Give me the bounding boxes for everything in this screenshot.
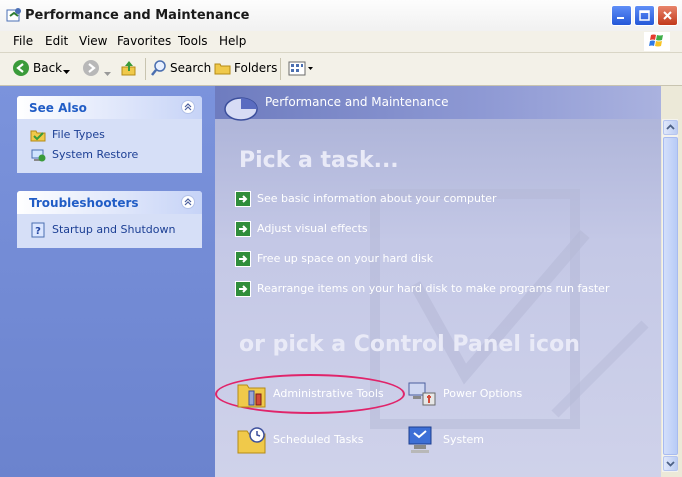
close-button[interactable] <box>657 5 678 26</box>
title-bar[interactable]: Performance and Maintenance <box>0 0 682 32</box>
task-label: Adjust visual effects <box>257 222 368 235</box>
folders-button[interactable]: Folders <box>234 61 277 75</box>
link-label: System Restore <box>52 148 139 161</box>
file-types-link[interactable]: File Types <box>17 125 202 145</box>
minimize-button[interactable] <box>611 5 632 26</box>
see-also-panel: See Also File Types System Restore <box>17 96 202 173</box>
up-folder-icon[interactable] <box>120 59 138 80</box>
see-also-header[interactable]: See Also <box>17 96 202 119</box>
back-arrow-icon[interactable] <box>12 59 30 80</box>
menu-edit[interactable]: Edit <box>45 34 68 48</box>
file-types-icon <box>30 127 46 143</box>
system-icon <box>405 423 439 460</box>
scheduled-tasks-icon <box>235 423 269 460</box>
folders-icon[interactable] <box>214 59 232 80</box>
menu-tools[interactable]: Tools <box>178 34 208 48</box>
troubleshooters-panel: Troubleshooters ? Startup and Shutdown <box>17 191 202 248</box>
window-title: Performance and Maintenance <box>25 8 250 23</box>
task-label: See basic information about your compute… <box>257 192 497 205</box>
window-frame <box>678 86 682 477</box>
svg-text:?: ? <box>35 226 41 237</box>
green-arrow-icon <box>235 191 251 207</box>
back-button[interactable]: Back <box>33 61 62 75</box>
control-panel-icon <box>6 7 22 23</box>
link-label: File Types <box>52 128 105 141</box>
green-arrow-icon <box>235 251 251 267</box>
maximize-button[interactable] <box>634 5 655 26</box>
menu-help[interactable]: Help <box>219 34 246 48</box>
collapse-chevron-icon[interactable] <box>181 100 195 114</box>
menu-favorites[interactable]: Favorites <box>117 34 171 48</box>
green-arrow-icon <box>235 221 251 237</box>
watermark-graphic-icon <box>370 189 649 429</box>
vertical-scrollbar[interactable] <box>661 119 679 472</box>
troubleshooters-header[interactable]: Troubleshooters <box>17 191 202 214</box>
views-icon[interactable] <box>288 61 314 80</box>
toolbar: Back Search Folders <box>0 53 682 86</box>
startup-shutdown-link[interactable]: ? Startup and Shutdown <box>17 220 202 240</box>
cp-item-label: Scheduled Tasks <box>273 433 364 446</box>
administrative-tools-icon <box>235 377 269 414</box>
pick-icon-heading: or pick a Control Panel icon <box>239 332 580 357</box>
forward-dropdown-icon[interactable] <box>104 66 111 80</box>
menu-view[interactable]: View <box>79 34 107 48</box>
help-icon: ? <box>30 222 46 238</box>
scroll-up-button[interactable] <box>663 120 678 135</box>
forward-arrow-icon[interactable] <box>82 59 100 80</box>
cp-item-label: System <box>443 433 485 446</box>
category-header: Performance and Maintenance <box>215 86 661 121</box>
link-label: Startup and Shutdown <box>52 223 176 236</box>
system-restore-link[interactable]: System Restore <box>17 145 202 165</box>
task-label: Free up space on your hard disk <box>257 252 434 265</box>
search-button[interactable]: Search <box>170 61 211 75</box>
toolbar-separator <box>280 58 281 80</box>
power-options-icon <box>405 377 439 414</box>
task-label: Rearrange items on your hard disk to mak… <box>257 282 610 295</box>
panel-title: See Also <box>29 101 87 115</box>
scroll-thumb[interactable] <box>663 137 678 455</box>
toolbar-separator <box>145 58 146 80</box>
search-icon[interactable] <box>151 59 167 80</box>
menu-bar: File Edit View Favorites Tools Help <box>0 31 682 53</box>
green-arrow-icon <box>235 281 251 297</box>
task-pane: See Also File Types System Restore Troub… <box>0 86 215 477</box>
content-pane: Performance and Maintenance Pick a task.… <box>215 86 661 477</box>
cp-item-label: Administrative Tools <box>273 387 384 400</box>
performance-category-icon <box>223 91 259 124</box>
windows-logo-icon <box>644 32 670 51</box>
explorer-window: Performance and Maintenance File Edit Vi… <box>0 0 682 477</box>
menu-file[interactable]: File <box>13 34 33 48</box>
back-dropdown-icon[interactable] <box>63 64 70 78</box>
collapse-chevron-icon[interactable] <box>181 195 195 209</box>
category-title: Performance and Maintenance <box>265 95 449 109</box>
scroll-down-button[interactable] <box>663 456 678 471</box>
cp-item-label: Power Options <box>443 387 523 400</box>
system-restore-icon <box>30 147 46 163</box>
pick-task-heading: Pick a task... <box>239 148 399 173</box>
panel-title: Troubleshooters <box>29 196 139 210</box>
